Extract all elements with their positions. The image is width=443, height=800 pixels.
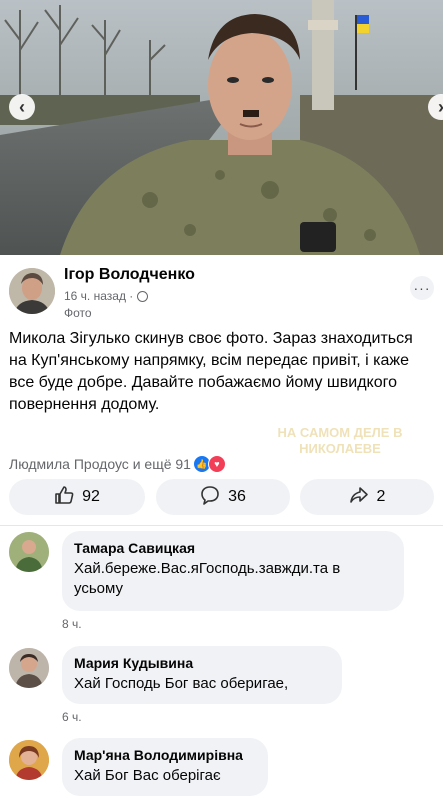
comment-author[interactable]: Тамара Савицкая	[74, 539, 392, 557]
post-time[interactable]: 16 ч. назад ·	[64, 289, 133, 303]
post-meta: 16 ч. назад ·	[64, 289, 149, 303]
comment-count: 36	[228, 488, 246, 505]
watermark-line-2: НИКОЛАЕВЕ	[299, 441, 381, 456]
comment-bubble: Мария Кудывина Хай Господь Бог вас обери…	[62, 646, 342, 704]
comment-time[interactable]: 6 ч.	[62, 710, 82, 724]
comment-text: Хай.береже.Вас.яГосподь.завжди.та в усьо…	[74, 560, 341, 597]
avatar-image	[9, 740, 49, 780]
comment-avatar[interactable]	[9, 532, 49, 572]
reactions-summary[interactable]: Людмила Продоус и ещё 91 👍 ♥	[9, 455, 226, 473]
like-count: 92	[82, 488, 100, 505]
share-count: 2	[376, 488, 386, 505]
chevron-right-icon: ›	[438, 97, 443, 118]
love-icon: ♥	[207, 455, 226, 473]
comment-author[interactable]: Мария Кудывина	[74, 654, 330, 672]
ellipsis-icon: ···	[413, 280, 431, 296]
comment-author[interactable]: Мар'яна Володимирівна	[74, 746, 256, 764]
avatar-image	[9, 532, 49, 572]
post-body-text: Микола Зігулько скинув своє фото. Зараз …	[9, 330, 413, 413]
comment-icon	[200, 485, 220, 510]
comment-bubble: Мар'яна Володимирівна Хай Бог Вас оберіг…	[62, 738, 268, 796]
previous-photo-button[interactable]: ‹	[9, 94, 35, 120]
photo-illustration	[0, 0, 443, 255]
reactions-text: Людмила Продоус и ещё 91	[9, 456, 191, 472]
watermark: НА САМОМ ДЕЛЕ В НИКОЛАЕВЕ	[255, 425, 425, 457]
comment-button[interactable]: 36	[156, 479, 290, 515]
post-author-name[interactable]: Ігор Володченко	[64, 266, 195, 284]
avatar-image	[9, 648, 49, 688]
reaction-icons: 👍 ♥	[192, 455, 226, 473]
post-photo[interactable]: ‹ ›	[0, 0, 443, 255]
comment-avatar[interactable]	[9, 740, 49, 780]
thumbs-up-icon	[54, 485, 74, 510]
comment-text: Хай Бог Вас оберігає	[74, 767, 221, 784]
comment-avatar[interactable]	[9, 648, 49, 688]
chevron-left-icon: ‹	[19, 96, 25, 117]
share-button[interactable]: 2	[300, 479, 434, 515]
comment-time[interactable]: 8 ч.	[62, 617, 82, 631]
more-options-button[interactable]: ···	[410, 276, 434, 300]
globe-icon	[137, 290, 149, 302]
comment-text: Хай Господь Бог вас оберигае,	[74, 675, 289, 692]
share-icon	[349, 485, 369, 510]
divider	[0, 525, 443, 526]
watermark-line-1: НА САМОМ ДЕЛЕ В	[277, 425, 403, 440]
avatar-image	[9, 268, 55, 314]
author-avatar[interactable]	[9, 268, 55, 314]
post-photo-tag: Фото	[64, 306, 92, 320]
comment-bubble: Тамара Савицкая Хай.береже.Вас.яГосподь.…	[62, 531, 404, 611]
like-button[interactable]: 92	[9, 479, 145, 515]
